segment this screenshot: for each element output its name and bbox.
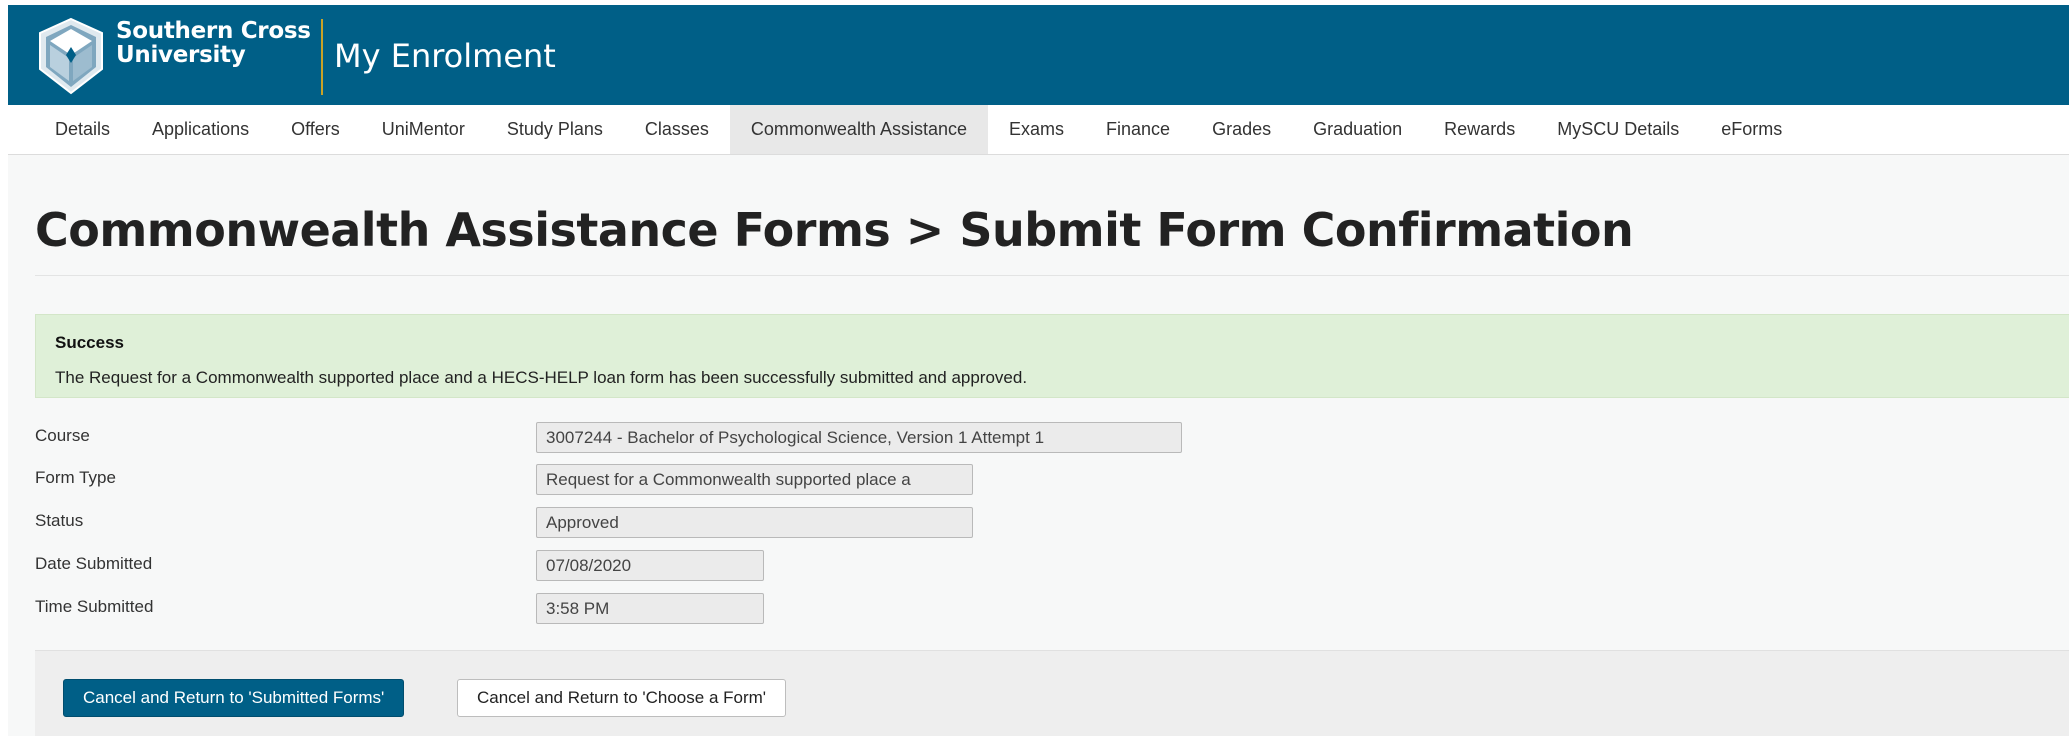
time-submitted-label: Time Submitted bbox=[35, 597, 154, 616]
page-title: Commonwealth Assistance Forms > Submit F… bbox=[35, 203, 1634, 257]
date-submitted-field: 07/08/2020 bbox=[536, 550, 764, 581]
form-actions: Cancel and Return to 'Submitted Forms' C… bbox=[35, 650, 2069, 736]
form-type-field: Request for a Commonwealth supported pla… bbox=[536, 464, 973, 495]
form-type-label: Form Type bbox=[35, 468, 116, 487]
university-name: Southern Cross University bbox=[116, 19, 311, 67]
nav-tab-myscu-details[interactable]: MySCU Details bbox=[1536, 105, 1700, 154]
alert-message: The Request for a Commonwealth supported… bbox=[55, 368, 1028, 387]
nav-tab-commonwealth-assistance[interactable]: Commonwealth Assistance bbox=[729, 105, 989, 154]
university-logo-icon[interactable] bbox=[36, 17, 106, 95]
nav-tab-applications[interactable]: Applications bbox=[131, 105, 270, 154]
course-field: 3007244 - Bachelor of Psychological Scie… bbox=[536, 422, 1182, 453]
nav-tab-graduation[interactable]: Graduation bbox=[1292, 105, 1423, 154]
nav-tab-finance[interactable]: Finance bbox=[1085, 105, 1191, 154]
title-divider bbox=[35, 275, 2069, 276]
nav-tab-eforms[interactable]: eForms bbox=[1700, 105, 1803, 154]
nav-tab-classes[interactable]: Classes bbox=[624, 105, 730, 154]
university-name-line1: Southern Cross bbox=[116, 18, 311, 44]
nav-tab-grades[interactable]: Grades bbox=[1191, 105, 1292, 154]
date-submitted-label: Date Submitted bbox=[35, 554, 153, 573]
app-title: My Enrolment bbox=[334, 37, 556, 75]
app-header: Southern Cross University My Enrolment bbox=[8, 5, 2069, 105]
nav-tab-offers[interactable]: Offers bbox=[270, 105, 361, 154]
return-to-submitted-forms-button[interactable]: Cancel and Return to 'Submitted Forms' bbox=[63, 679, 405, 717]
status-field: Approved bbox=[536, 507, 973, 538]
nav-tab-rewards[interactable]: Rewards bbox=[1423, 105, 1536, 154]
nav-tab-study-plans[interactable]: Study Plans bbox=[486, 105, 624, 154]
university-name-line2: University bbox=[116, 42, 246, 68]
alert-title: Success bbox=[55, 333, 124, 352]
status-label: Status bbox=[35, 511, 84, 530]
nav-tab-unimentor[interactable]: UniMentor bbox=[361, 105, 486, 154]
time-submitted-field: 3:58 PM bbox=[536, 593, 764, 624]
nav-tab-details[interactable]: Details bbox=[8, 105, 131, 154]
header-divider bbox=[321, 19, 323, 95]
course-label: Course bbox=[35, 426, 90, 445]
page: Southern Cross University My Enrolment D… bbox=[8, 5, 2069, 736]
main-nav: Details Applications Offers UniMentor St… bbox=[8, 105, 2069, 155]
success-alert: Success The Request for a Commonwealth s… bbox=[35, 314, 2069, 398]
return-to-choose-form-button[interactable]: Cancel and Return to 'Choose a Form' bbox=[457, 679, 787, 717]
nav-tab-exams[interactable]: Exams bbox=[988, 105, 1085, 154]
